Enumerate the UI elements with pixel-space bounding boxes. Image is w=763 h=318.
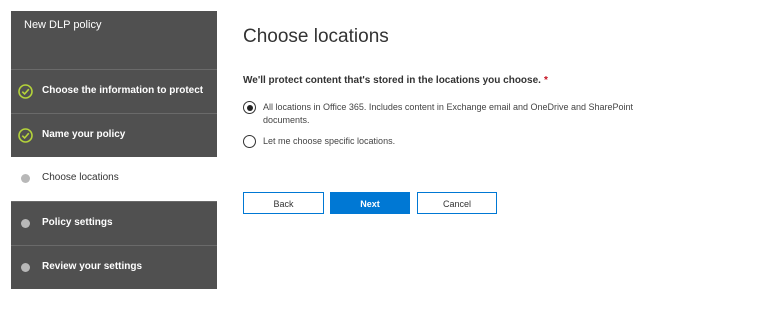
check-circle-icon (18, 128, 33, 143)
option-specific-locations-label[interactable]: Let me choose specific locations. (263, 135, 673, 148)
wizard-step-name-policy[interactable]: Name your policy (11, 113, 217, 157)
wizard-step-label: Name your policy (42, 129, 126, 140)
wizard-header: New DLP policy (11, 11, 217, 69)
required-mark: * (543, 75, 548, 86)
back-button[interactable]: Back (243, 192, 324, 214)
radio-specific-locations[interactable] (243, 135, 256, 148)
wizard-step-label: Choose the information to protect (42, 85, 204, 96)
wizard-step-label: Choose locations (42, 172, 119, 183)
step-dot-icon (21, 174, 30, 183)
radio-all-locations[interactable] (243, 101, 256, 114)
wizard-title: New DLP policy (24, 19, 102, 31)
wizard-step-choose-locations[interactable]: Choose locations (11, 157, 217, 201)
main-content: Choose locations We'll protect content t… (243, 0, 743, 318)
wizard-sidebar: New DLP policy Choose the information to… (11, 11, 217, 296)
page-title: Choose locations (243, 26, 389, 47)
cancel-button[interactable]: Cancel (417, 192, 497, 214)
check-circle-icon (18, 84, 33, 99)
wizard-step-policy-settings[interactable]: Policy settings (11, 201, 217, 245)
next-button[interactable]: Next (330, 192, 410, 214)
option-all-locations-label[interactable]: All locations in Office 365. Includes co… (263, 101, 673, 127)
wizard-step-label: Review your settings (42, 261, 143, 272)
wizard-step-review-settings[interactable]: Review your settings (11, 245, 217, 289)
locations-question: We'll protect content that's stored in t… (243, 75, 548, 86)
wizard-step-label: Policy settings (42, 217, 113, 228)
step-dot-icon (21, 263, 30, 272)
wizard-step-choose-information[interactable]: Choose the information to protect (11, 69, 217, 113)
question-text: We'll protect content that's stored in t… (243, 75, 541, 86)
dlp-wizard-page: New DLP policy Choose the information to… (0, 0, 763, 318)
step-dot-icon (21, 219, 30, 228)
